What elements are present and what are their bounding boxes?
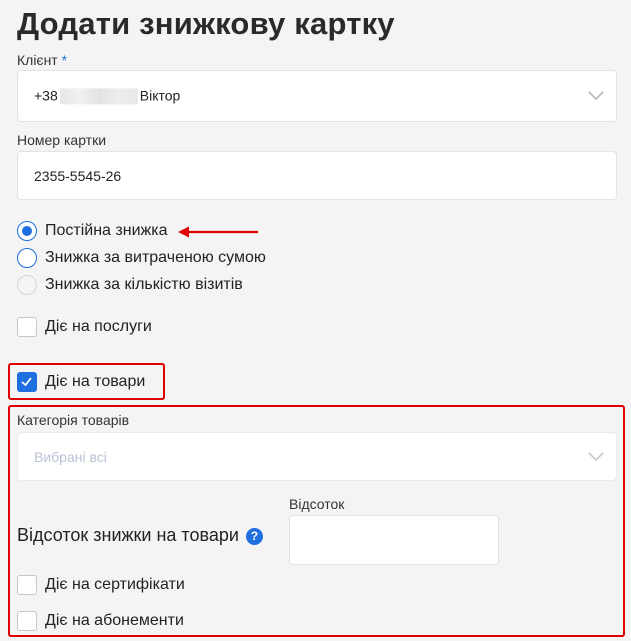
red-arrow-annotation <box>178 226 258 238</box>
percent-label: Відсоток <box>289 496 345 512</box>
checkbox-applies-to-certificates[interactable]: Діє на сертифікати <box>17 575 185 595</box>
chevron-down-icon <box>588 451 604 461</box>
percent-input[interactable] <box>289 515 499 565</box>
checkmark-icon <box>21 377 32 387</box>
client-phone-prefix: +38 <box>34 87 58 104</box>
client-select[interactable]: +38 Віктор <box>17 70 617 122</box>
radio-label: Постійна знижка <box>45 222 168 239</box>
card-number-value: 2355-5545-26 <box>34 167 122 184</box>
checkbox-label: Діє на товари <box>45 373 146 390</box>
page-title: Додати знижкову картку <box>17 6 395 41</box>
goods-category-placeholder: Вибрані всі <box>34 448 107 465</box>
chevron-down-icon <box>588 91 604 101</box>
checkbox-applies-to-goods[interactable]: Діє на товари <box>17 372 145 392</box>
radio-permanent-discount[interactable]: Постійна знижка <box>17 221 167 241</box>
radio-visits-count-discount[interactable]: Знижка за кількістю візитів <box>17 275 243 295</box>
client-label: Клієнт * <box>17 52 68 68</box>
checkbox-label: Діє на абонементи <box>45 612 184 629</box>
goods-category-label: Категорія товарів <box>17 412 130 428</box>
checkbox-label: Діє на сертифікати <box>45 576 185 593</box>
card-number-input[interactable]: 2355-5545-26 <box>17 151 617 200</box>
goods-discount-heading: Відсоток знижки на товари? <box>17 525 263 546</box>
checkbox-applies-to-services[interactable]: Діє на послуги <box>17 317 152 337</box>
client-name: Віктор <box>139 87 181 104</box>
radio-label: Знижка за кількістю візитів <box>45 276 243 293</box>
checkbox-applies-to-subscriptions[interactable]: Діє на абонементи <box>17 611 184 631</box>
required-mark: * <box>61 52 68 68</box>
card-number-label: Номер картки <box>17 132 107 148</box>
checkbox[interactable] <box>17 575 37 595</box>
blurred-phone-number <box>59 88 138 105</box>
checkbox-checked[interactable] <box>17 372 37 392</box>
goods-category-select[interactable]: Вибрані всі <box>17 432 617 481</box>
radio-spent-amount-discount[interactable]: Знижка за витраченою сумою <box>17 248 266 268</box>
radio-button[interactable] <box>17 248 37 268</box>
checkbox[interactable] <box>17 317 37 337</box>
checkbox[interactable] <box>17 611 37 631</box>
help-icon[interactable]: ? <box>245 527 263 545</box>
radio-label: Знижка за витраченою сумою <box>45 249 266 266</box>
checkbox-label: Діє на послуги <box>45 318 152 335</box>
radio-button-disabled[interactable] <box>17 275 37 295</box>
radio-button-checked[interactable] <box>17 221 37 241</box>
